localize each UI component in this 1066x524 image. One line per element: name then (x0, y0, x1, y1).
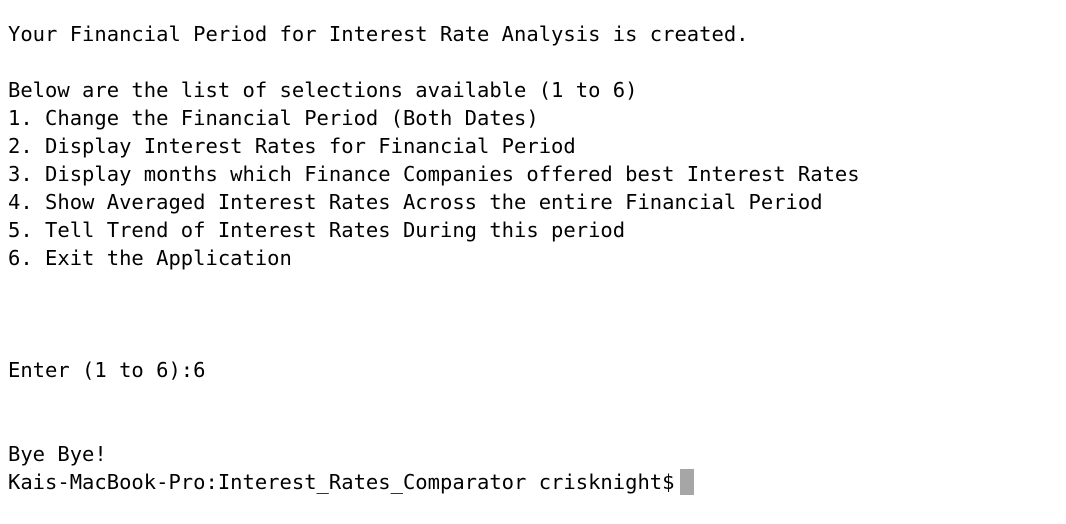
menu-option-2: 2. Display Interest Rates for Financial … (8, 134, 576, 158)
status-message: Your Financial Period for Interest Rate … (8, 22, 749, 46)
menu-option-3: 3. Display months which Finance Companie… (8, 162, 860, 186)
text-cursor (680, 469, 695, 495)
menu-option-5: 5. Tell Trend of Interest Rates During t… (8, 218, 626, 242)
menu-option-1: 1. Change the Financial Period (Both Dat… (8, 106, 539, 130)
shell-prompt-line[interactable]: Kais-MacBook-Pro:Interest_Rates_Comparat… (8, 468, 1066, 496)
goodbye-message: Bye Bye! (8, 442, 107, 466)
menu-option-4: 4. Show Averaged Interest Rates Across t… (8, 190, 823, 214)
input-prompt: Enter (1 to 6):6 (8, 358, 206, 382)
shell-prompt: Kais-MacBook-Pro:Interest_Rates_Comparat… (8, 470, 675, 494)
menu-header: Below are the list of selections availab… (8, 78, 638, 102)
menu-option-6: 6. Exit the Application (8, 246, 292, 270)
terminal-window[interactable]: Your Financial Period for Interest Rate … (0, 0, 1066, 524)
